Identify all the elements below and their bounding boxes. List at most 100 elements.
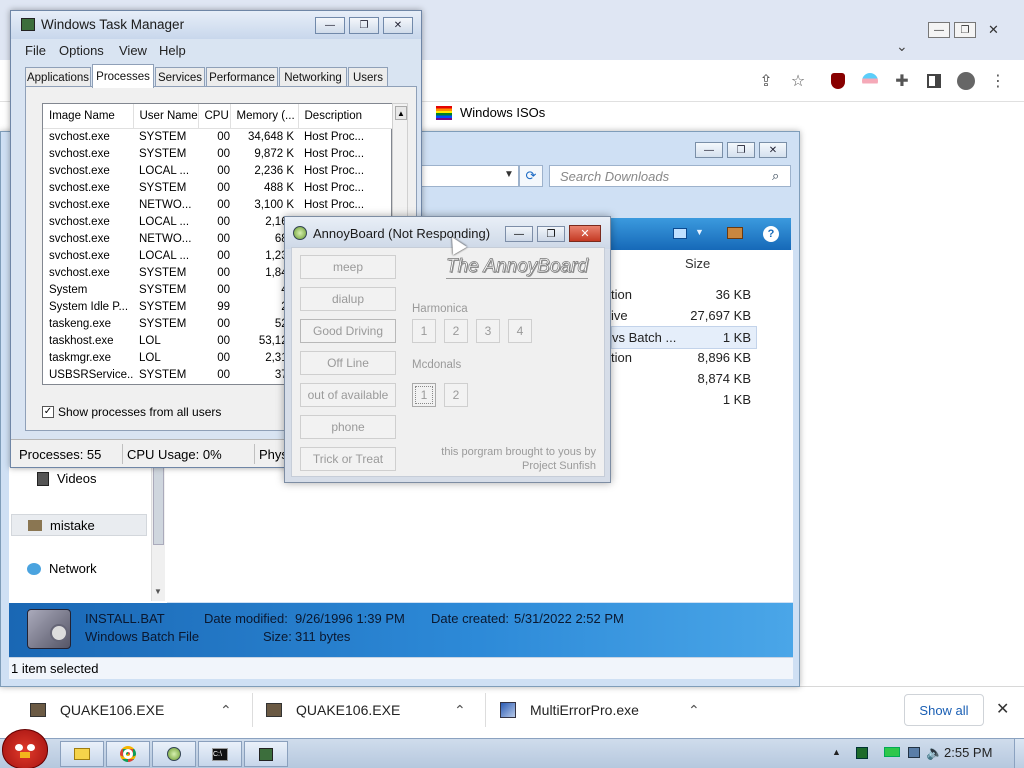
chrome-minimize-button[interactable]: —: [928, 22, 950, 38]
chrome-close-button[interactable]: ✕: [988, 22, 999, 38]
show-all-processes-checkbox[interactable]: ✓ Show processes from all users: [42, 405, 221, 419]
tab-services[interactable]: Services: [155, 67, 205, 87]
explorer-close-button[interactable]: ✕: [759, 142, 787, 158]
nav-item-mistake[interactable]: mistake: [11, 514, 147, 536]
address-dropdown-icon[interactable]: ▼: [504, 169, 514, 180]
download-item[interactable]: MultiErrorPro.exe ⌃: [500, 687, 716, 733]
scroll-up-arrow-icon[interactable]: ▲: [395, 106, 407, 120]
ublock-extension-icon[interactable]: [826, 69, 850, 93]
harmonica-button-1[interactable]: 1: [412, 319, 436, 343]
show-all-button[interactable]: Show all: [904, 694, 984, 726]
mcdonals-button-2[interactable]: 2: [444, 383, 468, 407]
task-manager-titlebar[interactable]: Windows Task Manager — ❐ ✕: [11, 11, 421, 39]
sound-button-phone[interactable]: phone: [300, 415, 396, 439]
table-row[interactable]: svchost.exe LOCAL ... 00 2,236 K Host Proc..…: [43, 162, 395, 179]
volume-icon[interactable]: 🔈: [926, 744, 943, 761]
search-downloads-input[interactable]: Search Downloads ⌕: [549, 165, 791, 187]
file-row[interactable]: ive 27,697 KB: [611, 305, 751, 326]
annoy-maximize-button[interactable]: ❐: [537, 226, 565, 242]
chrome-menu-icon[interactable]: ⋮: [986, 69, 1010, 93]
checkbox-checked-icon[interactable]: ✓: [42, 406, 54, 418]
views-icon[interactable]: [673, 228, 687, 239]
column-header-user-name[interactable]: User Name: [133, 104, 199, 129]
chevron-up-icon[interactable]: ⌃: [220, 702, 232, 719]
nav-scrollbar[interactable]: ▼: [151, 467, 165, 601]
table-row[interactable]: svchost.exe SYSTEM 00 9,872 K Host Proc...: [43, 145, 395, 162]
taskbar-annoyboard-button[interactable]: [152, 741, 196, 767]
tm-close-button[interactable]: ✕: [383, 17, 413, 34]
mcdonals-button-1[interactable]: 1: [412, 383, 436, 407]
battery-icon[interactable]: [884, 747, 900, 757]
tab-applications[interactable]: Applications: [25, 67, 91, 87]
table-row[interactable]: svchost.exe SYSTEM 00 34,648 K Host Proc...: [43, 128, 395, 145]
sound-button-dialup[interactable]: dialup: [300, 287, 396, 311]
views-dropdown-icon[interactable]: ▼: [695, 227, 704, 237]
menu-view[interactable]: View: [119, 43, 147, 58]
download-item[interactable]: QUAKE106.EXE ⌃: [266, 687, 478, 733]
sound-button-out-of-available[interactable]: out of available: [300, 383, 396, 407]
nav-item-network[interactable]: Network: [27, 561, 97, 576]
nav-scrollbar-thumb[interactable]: [153, 467, 164, 545]
annoy-close-button[interactable]: ✕: [569, 225, 601, 242]
file-row[interactable]: 8,874 KB: [611, 368, 752, 389]
show-hidden-icons-icon[interactable]: ▲: [832, 747, 841, 757]
tray-app-icon[interactable]: [856, 747, 868, 759]
scroll-down-arrow-icon[interactable]: ▼: [154, 587, 162, 596]
start-button-angry-bird-icon[interactable]: [2, 729, 48, 768]
tab-performance[interactable]: Performance: [206, 67, 278, 87]
tm-maximize-button[interactable]: ❐: [349, 17, 379, 34]
explorer-minimize-button[interactable]: —: [695, 142, 723, 158]
column-header-cpu[interactable]: CPU: [198, 104, 231, 129]
sound-button-off-line[interactable]: Off Line: [300, 351, 396, 375]
taskbar-cmd-button[interactable]: C:\: [198, 741, 242, 767]
file-row[interactable]: tion 8,896 KB: [611, 347, 751, 368]
pride-extension-icon[interactable]: [858, 69, 882, 93]
close-downloads-icon[interactable]: ✕: [996, 699, 1009, 719]
column-header-memory[interactable]: Memory (...: [230, 104, 299, 129]
nav-item-videos[interactable]: Videos: [37, 471, 97, 486]
annoy-minimize-button[interactable]: —: [505, 226, 533, 242]
file-row[interactable]: tion 36 KB: [611, 284, 751, 305]
table-row[interactable]: svchost.exe SYSTEM 00 488 K Host Proc...: [43, 179, 395, 196]
column-header-image-name[interactable]: Image Name: [43, 104, 134, 129]
address-bar[interactable]: ▼: [411, 165, 519, 187]
menu-options[interactable]: Options: [59, 43, 104, 58]
download-item[interactable]: QUAKE106.EXE ⌃: [30, 687, 246, 733]
tab-users[interactable]: Users: [348, 67, 388, 87]
file-row-selected[interactable]: vs Batch ... 1 KB: [611, 326, 757, 349]
search-icon[interactable]: ⌕: [772, 168, 779, 184]
tm-minimize-button[interactable]: —: [315, 17, 345, 34]
taskbar-chrome-button[interactable]: [106, 741, 150, 767]
share-icon[interactable]: ⇪: [754, 69, 778, 93]
file-row[interactable]: 1 KB: [611, 389, 751, 410]
menu-help[interactable]: Help: [159, 43, 186, 58]
table-row[interactable]: svchost.exe NETWO... 00 3,100 K Host Proc...: [43, 196, 395, 213]
tab-processes[interactable]: Processes: [92, 64, 154, 88]
chrome-restore-button[interactable]: ❐: [954, 22, 976, 38]
harmonica-button-2[interactable]: 2: [444, 319, 468, 343]
sound-button-meep[interactable]: meep: [300, 255, 396, 279]
chevron-up-icon[interactable]: ⌃: [454, 702, 466, 719]
taskbar-explorer-button[interactable]: [60, 741, 104, 767]
tab-networking[interactable]: Networking: [279, 67, 347, 87]
clock[interactable]: 2:55 PM: [944, 745, 992, 760]
preview-pane-icon[interactable]: [727, 227, 743, 239]
bookmark-star-icon[interactable]: ☆: [786, 69, 810, 93]
show-desktop-button[interactable]: [1014, 739, 1024, 768]
harmonica-button-3[interactable]: 3: [476, 319, 500, 343]
column-header-description[interactable]: Description: [298, 104, 396, 129]
help-icon[interactable]: ?: [763, 226, 779, 242]
sound-button-good-driving[interactable]: Good Driving: [300, 319, 396, 343]
taskbar-task-manager-button[interactable]: [244, 741, 288, 767]
menu-file[interactable]: File: [25, 43, 46, 58]
sound-button-trick-or-treat[interactable]: Trick or Treat: [300, 447, 396, 471]
harmonica-button-4[interactable]: 4: [508, 319, 532, 343]
tab-list-chevron-icon[interactable]: ⌄: [896, 38, 908, 55]
side-panel-icon[interactable]: [922, 69, 946, 93]
extensions-puzzle-icon[interactable]: ✚: [890, 69, 914, 93]
profile-avatar-icon[interactable]: [954, 69, 978, 93]
refresh-button[interactable]: ⟳: [519, 165, 543, 187]
column-header-size[interactable]: Size: [685, 256, 710, 271]
explorer-restore-button[interactable]: ❐: [727, 142, 755, 158]
chevron-up-icon[interactable]: ⌃: [688, 702, 700, 719]
